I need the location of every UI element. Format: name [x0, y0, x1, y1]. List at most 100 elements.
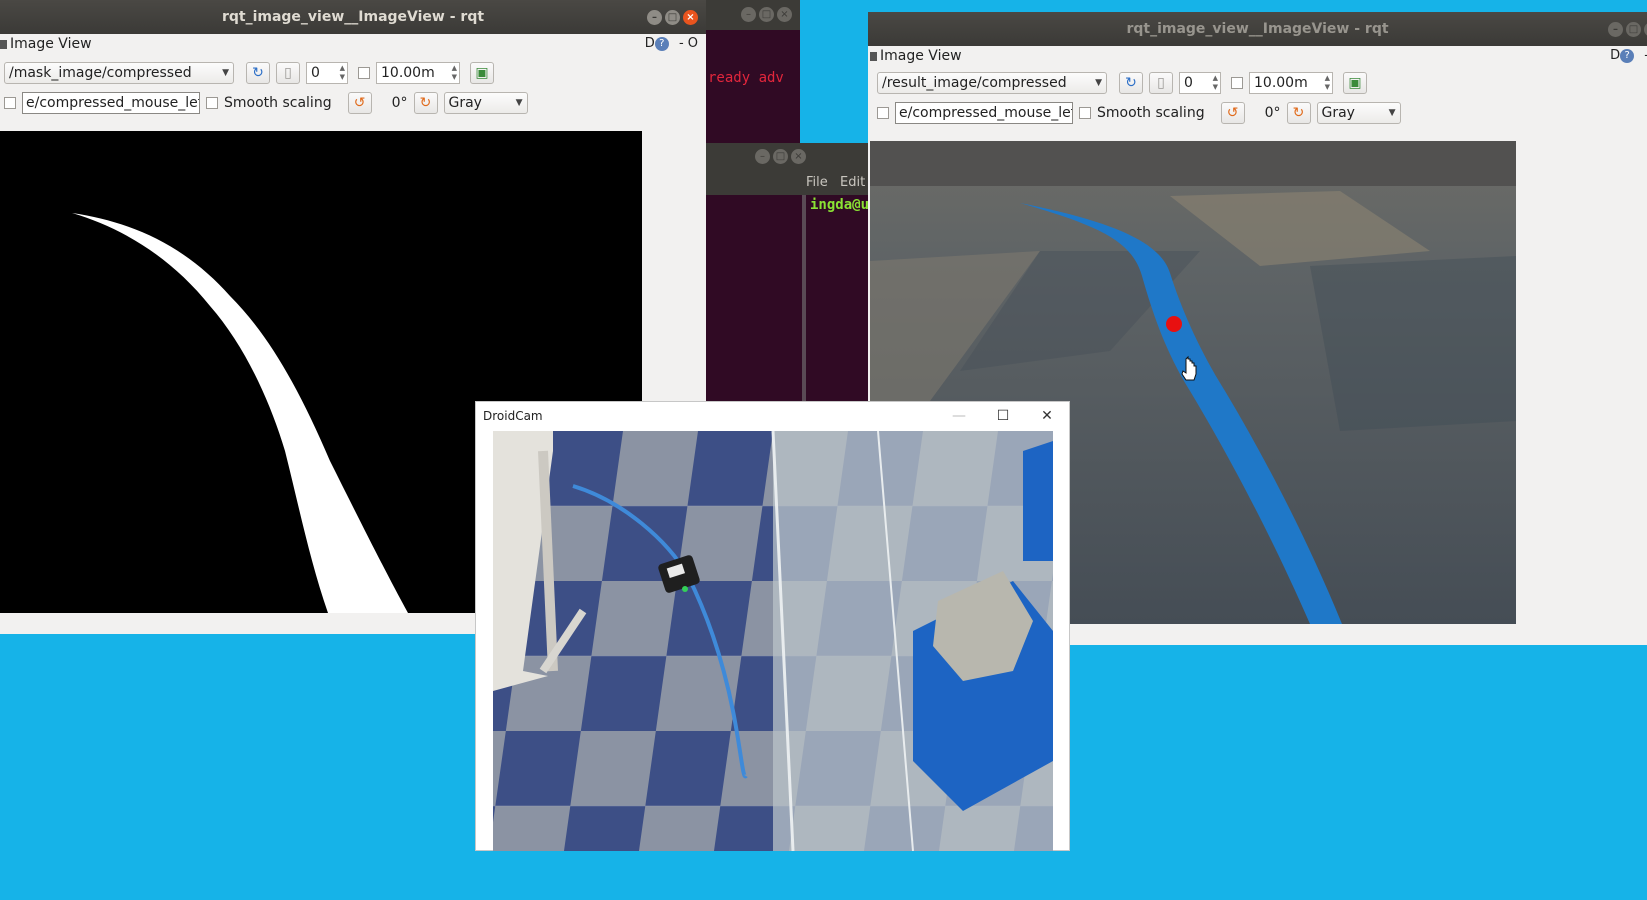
- rotate-left-icon: ↺: [1226, 105, 1239, 121]
- mouse-publish-checkbox[interactable]: [4, 97, 16, 109]
- color-mode-select[interactable]: Gray ▼: [1316, 102, 1401, 124]
- dock-controls: D? -: [1610, 48, 1647, 63]
- close-icon[interactable]: ×: [777, 7, 792, 22]
- mouse-publish-checkbox[interactable]: [877, 107, 889, 119]
- topic-select[interactable]: /mask_image/compressed ▼: [4, 62, 234, 84]
- zoom-spinbox[interactable]: 0 ▲ ▼: [1179, 72, 1221, 94]
- save-image-icon: ▣: [475, 65, 489, 81]
- refresh-button[interactable]: ↻: [1119, 72, 1143, 94]
- close-icon[interactable]: ×: [791, 149, 806, 164]
- toolbar-row-1: /mask_image/compressed ▼ ↻ ▯ 0 ▲ ▼ 10.00m ▲ ▼…: [4, 60, 494, 86]
- distance-checkbox[interactable]: [358, 67, 370, 79]
- terminal-front-titlebar[interactable]: – □ ×: [706, 143, 876, 171]
- dock-controls: D? - O: [645, 36, 698, 51]
- distance-spinbox[interactable]: 10.00m ▲ ▼: [376, 62, 460, 84]
- maximize-icon[interactable]: □: [665, 10, 680, 25]
- minimize-icon[interactable]: —: [937, 402, 981, 430]
- floor-tile-shape: [1310, 256, 1516, 431]
- panel-title: Image View: [880, 48, 962, 64]
- topic-select-value: /result_image/compressed: [882, 75, 1067, 91]
- minimize-icon[interactable]: –: [741, 7, 756, 22]
- window-buttons: – □ ×: [647, 10, 698, 25]
- blue-bin-shape: [1023, 441, 1053, 561]
- rotate-left-button[interactable]: ↺: [347, 92, 372, 114]
- help-icon[interactable]: ?: [654, 37, 669, 51]
- mouse-topic-value: e/compressed_mouse_left: [899, 105, 1073, 121]
- menu-file[interactable]: File: [806, 175, 828, 190]
- rotation-label: 0°: [391, 95, 408, 111]
- maximize-icon[interactable]: □: [773, 149, 788, 164]
- terminal-back-window-buttons: – □ ×: [741, 7, 792, 22]
- rotate-right-icon: ↻: [419, 95, 432, 111]
- spin-arrows-icon[interactable]: ▲ ▼: [452, 64, 457, 82]
- distance-spinbox[interactable]: 10.00m ▲ ▼: [1249, 72, 1333, 94]
- pause-icon: ▯: [284, 65, 292, 81]
- minimize-icon[interactable]: –: [1608, 22, 1623, 37]
- spin-arrows-icon[interactable]: ▲ ▼: [1213, 74, 1218, 92]
- distance-checkbox[interactable]: [1231, 77, 1243, 89]
- rotate-left-button[interactable]: ↺: [1220, 102, 1245, 124]
- dock-close-button[interactable]: - O: [679, 36, 698, 51]
- chevron-down-icon: ▼: [1388, 108, 1396, 118]
- save-image-button[interactable]: ▣: [470, 62, 494, 84]
- window-title: rqt_image_view__ImageView - rqt: [221, 9, 485, 25]
- maximize-icon[interactable]: ☐: [981, 402, 1025, 430]
- color-mode-value: Gray: [1321, 105, 1355, 121]
- mask-line-shape: [72, 213, 408, 613]
- maximize-icon[interactable]: □: [1626, 22, 1641, 37]
- dock-toggle-button[interactable]: D: [645, 36, 655, 51]
- topic-select-value: /mask_image/compressed: [9, 65, 192, 81]
- zoom-spinbox-value: 0: [1184, 75, 1193, 91]
- color-mode-select[interactable]: Gray ▼: [443, 92, 528, 114]
- droidcam-titlebar[interactable]: DroidCam — ☐ ✕: [476, 402, 1069, 430]
- panel-header: Image View: [0, 36, 92, 58]
- toolbar-row-2: e/compressed_mouse_left Smooth scaling ↺…: [4, 90, 528, 116]
- panel-grip-icon: [0, 40, 7, 49]
- refresh-icon: ↻: [252, 65, 264, 81]
- spin-arrows-icon[interactable]: ▲ ▼: [1325, 74, 1330, 92]
- droidcam-frame: [493, 431, 1053, 851]
- terminal-window-front[interactable]: – □ × File Edit ingda@u: [706, 143, 876, 403]
- distance-spinbox-value: 10.00m: [1254, 75, 1308, 91]
- window-titlebar[interactable]: rqt_image_view__ImageView - rqt – □ ×: [0, 0, 706, 34]
- close-icon[interactable]: ✕: [1025, 402, 1069, 430]
- dock-toggle-button[interactable]: D: [1610, 48, 1620, 63]
- rotate-right-button[interactable]: ↻: [413, 92, 438, 114]
- back-wall-shape: [870, 141, 1516, 186]
- window-buttons: – □ ×: [1608, 22, 1647, 37]
- droidcam-title: DroidCam: [483, 409, 543, 423]
- minimize-icon[interactable]: –: [755, 149, 770, 164]
- mouse-topic-field[interactable]: e/compressed_mouse_left: [895, 102, 1073, 124]
- chevron-down-icon: ▼: [515, 98, 523, 108]
- window-title: rqt_image_view__ImageView - rqt: [1126, 21, 1389, 37]
- pause-icon: ▯: [1157, 75, 1165, 91]
- smooth-scaling-checkbox[interactable]: [1079, 107, 1091, 119]
- save-image-button[interactable]: ▣: [1343, 72, 1367, 94]
- window-titlebar[interactable]: rqt_image_view__ImageView - rqt – □ ×: [868, 12, 1647, 46]
- rotate-right-button[interactable]: ↻: [1286, 102, 1311, 124]
- close-icon[interactable]: ×: [683, 10, 698, 25]
- toolbar-row-2: e/compressed_mouse_left Smooth scaling ↺…: [877, 100, 1401, 126]
- topic-select[interactable]: /result_image/compressed ▼: [877, 72, 1107, 94]
- terminal-front-divider: [802, 195, 806, 403]
- zoom-spinbox-value: 0: [311, 65, 320, 81]
- pause-button[interactable]: ▯: [276, 62, 300, 84]
- droidcam-window-controls: — ☐ ✕: [937, 402, 1069, 430]
- spin-arrows-icon[interactable]: ▲ ▼: [340, 64, 345, 82]
- minimize-icon[interactable]: –: [647, 10, 662, 25]
- panel-header: Image View: [870, 48, 962, 70]
- refresh-button[interactable]: ↻: [246, 62, 270, 84]
- droidcam-video[interactable]: [493, 431, 1053, 851]
- help-icon[interactable]: ?: [1620, 49, 1635, 63]
- rotate-right-icon: ↻: [1292, 105, 1305, 121]
- smooth-scaling-checkbox[interactable]: [206, 97, 218, 109]
- pause-button[interactable]: ▯: [1149, 72, 1173, 94]
- save-image-icon: ▣: [1348, 75, 1362, 91]
- panel-title: Image View: [10, 36, 92, 52]
- zoom-spinbox[interactable]: 0 ▲ ▼: [306, 62, 348, 84]
- mouse-topic-field[interactable]: e/compressed_mouse_left: [22, 92, 200, 114]
- maximize-icon[interactable]: □: [759, 7, 774, 22]
- menu-edit[interactable]: Edit: [840, 175, 865, 190]
- droidcam-window[interactable]: DroidCam — ☐ ✕: [475, 401, 1070, 851]
- terminal-front-menubar: File Edit: [706, 171, 876, 195]
